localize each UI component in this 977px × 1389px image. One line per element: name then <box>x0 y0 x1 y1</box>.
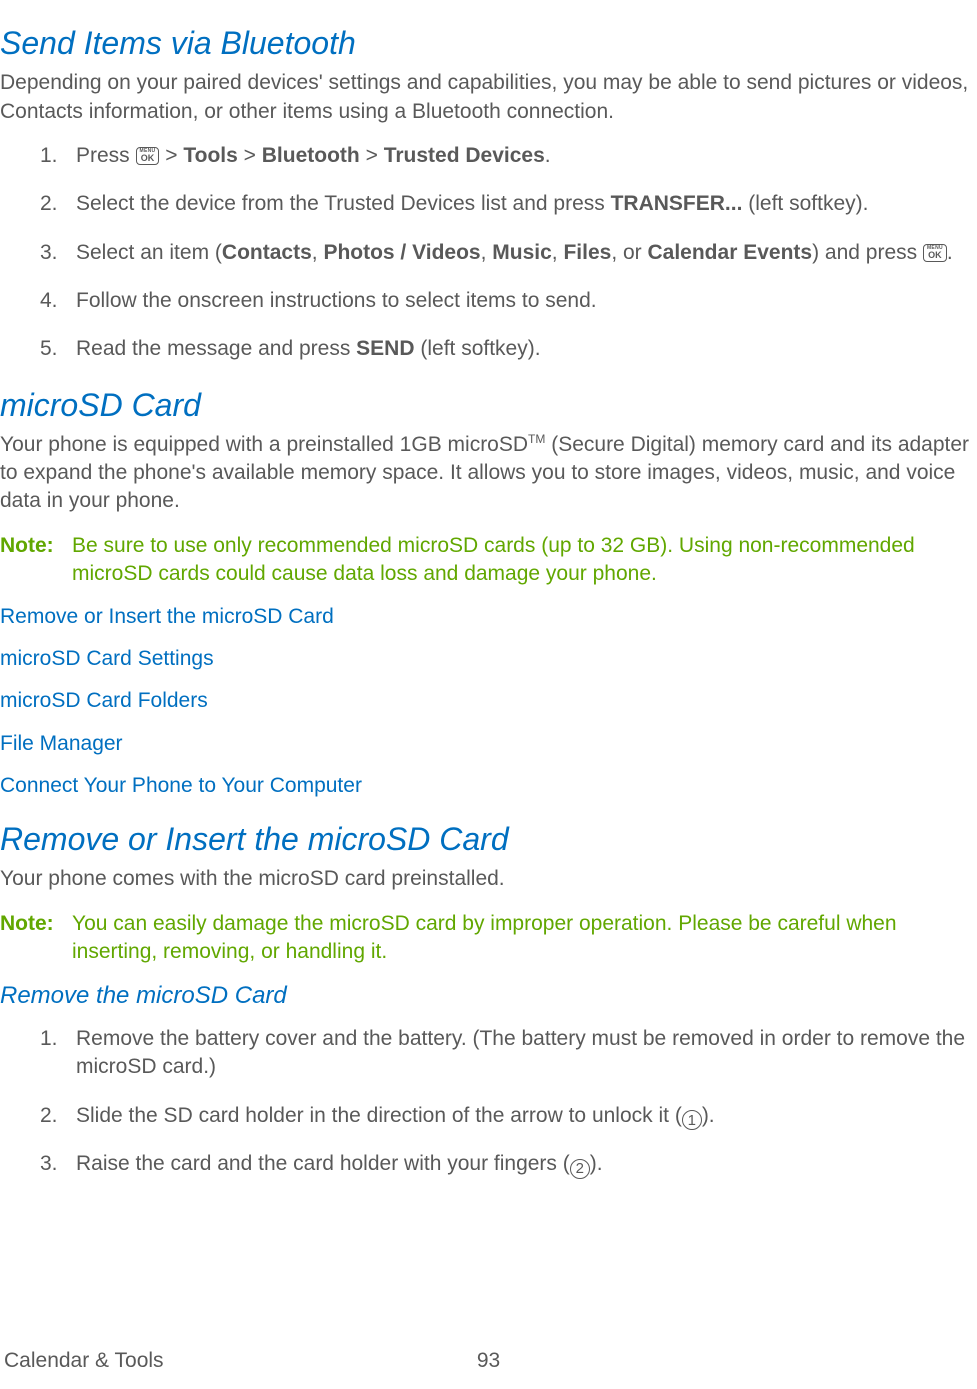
circled-number-1-icon: 1 <box>682 1110 702 1130</box>
text-fragment: , <box>481 241 493 264</box>
note-text: You can easily damage the microSD card b… <box>72 910 977 967</box>
step-1: 1. Remove the battery cover and the batt… <box>40 1025 977 1082</box>
page-footer: Calendar & Tools 93 <box>0 1347 977 1375</box>
text-fragment: Press <box>76 144 136 167</box>
link-settings[interactable]: microSD Card Settings <box>0 645 977 673</box>
step-text: Press MENUOK > Tools > Bluetooth > Trust… <box>76 144 551 167</box>
step-number: 1. <box>40 142 58 170</box>
steps-list-2: 1. Remove the battery cover and the batt… <box>0 1025 977 1179</box>
intro-text: Your phone is equipped with a preinstall… <box>0 431 977 516</box>
text-bold: Files <box>563 241 611 264</box>
step-text: Raise the card and the card holder with … <box>76 1152 603 1175</box>
link-remove-insert[interactable]: Remove or Insert the microSD Card <box>0 603 977 631</box>
heading-remove-insert: Remove or Insert the microSD Card <box>0 818 977 861</box>
step-number: 5. <box>40 335 58 363</box>
note-label: Note: <box>0 532 72 589</box>
step-number: 2. <box>40 190 58 218</box>
text-fragment: > <box>159 144 183 167</box>
intro-text: Your phone comes with the microSD card p… <box>0 865 977 893</box>
link-connect-computer[interactable]: Connect Your Phone to Your Computer <box>0 772 977 800</box>
step-text: Select the device from the Trusted Devic… <box>76 192 868 215</box>
heading-remove-card: Remove the microSD Card <box>0 980 977 1012</box>
step-text: Read the message and press SEND (left so… <box>76 337 541 360</box>
link-file-manager[interactable]: File Manager <box>0 730 977 758</box>
text-fragment: , <box>312 241 324 264</box>
trademark: TM <box>528 432 545 446</box>
note-text: Be sure to use only recommended microSD … <box>72 532 977 589</box>
text-bold: Tools <box>183 144 237 167</box>
text-fragment: Select an item ( <box>76 241 222 264</box>
step-number: 3. <box>40 239 58 267</box>
text-fragment: > <box>238 144 262 167</box>
intro-text: Depending on your paired devices' settin… <box>0 69 977 126</box>
text-fragment: Your phone is equipped with a preinstall… <box>0 433 528 456</box>
step-4: 4. Follow the onscreen instructions to s… <box>40 287 977 315</box>
step-number: 2. <box>40 1102 58 1130</box>
step-2: 2. Select the device from the Trusted De… <box>40 190 977 218</box>
menu-ok-icon: MENUOK <box>923 244 947 262</box>
footer-page-number: 93 <box>327 1347 650 1375</box>
step-1: 1. Press MENUOK > Tools > Bluetooth > Tr… <box>40 142 977 170</box>
menu-ok-icon: MENUOK <box>136 147 160 165</box>
note-label: Note: <box>0 910 72 967</box>
footer-section-name: Calendar & Tools <box>4 1347 327 1375</box>
text-fragment: . <box>545 144 551 167</box>
step-text: Slide the SD card holder in the directio… <box>76 1104 715 1127</box>
text-fragment: . <box>947 241 953 264</box>
text-fragment: Read the message and press <box>76 337 356 360</box>
text-fragment: , <box>552 241 564 264</box>
step-3: 3. Select an item (Contacts, Photos / Vi… <box>40 239 977 267</box>
heading-microsd: microSD Card <box>0 384 977 427</box>
text-fragment: > <box>360 144 384 167</box>
text-bold: SEND <box>356 337 414 360</box>
note-block: Note: You can easily damage the microSD … <box>0 910 977 967</box>
circled-number-2-icon: 2 <box>570 1159 590 1179</box>
step-text: Follow the onscreen instructions to sele… <box>76 289 597 312</box>
text-fragment: Raise the card and the card holder with … <box>76 1152 570 1175</box>
text-fragment: ). <box>590 1152 603 1175</box>
text-bold: Photos / Videos <box>323 241 480 264</box>
link-folders[interactable]: microSD Card Folders <box>0 687 977 715</box>
note-block: Note: Be sure to use only recommended mi… <box>0 532 977 589</box>
text-fragment: Select the device from the Trusted Devic… <box>76 192 611 215</box>
heading-send-items: Send Items via Bluetooth <box>0 22 977 65</box>
step-number: 1. <box>40 1025 58 1053</box>
text-bold: Contacts <box>222 241 312 264</box>
step-2: 2. Slide the SD card holder in the direc… <box>40 1102 977 1131</box>
text-bold: Music <box>492 241 552 264</box>
step-3: 3. Raise the card and the card holder wi… <box>40 1150 977 1179</box>
steps-list-1: 1. Press MENUOK > Tools > Bluetooth > Tr… <box>0 142 977 364</box>
text-bold: Calendar Events <box>648 241 813 264</box>
step-text: Remove the battery cover and the battery… <box>76 1027 965 1078</box>
text-fragment: ). <box>702 1104 715 1127</box>
text-fragment: , or <box>611 241 647 264</box>
text-fragment: (left softkey). <box>415 337 541 360</box>
step-number: 3. <box>40 1150 58 1178</box>
step-number: 4. <box>40 287 58 315</box>
text-fragment: (left softkey). <box>742 192 868 215</box>
text-fragment: Slide the SD card holder in the directio… <box>76 1104 682 1127</box>
text-bold: Bluetooth <box>262 144 360 167</box>
text-bold: TRANSFER... <box>611 192 743 215</box>
text-bold: Trusted Devices <box>384 144 545 167</box>
step-5: 5. Read the message and press SEND (left… <box>40 335 977 363</box>
text-fragment: ) and press <box>812 241 923 264</box>
step-text: Select an item (Contacts, Photos / Video… <box>76 241 953 264</box>
